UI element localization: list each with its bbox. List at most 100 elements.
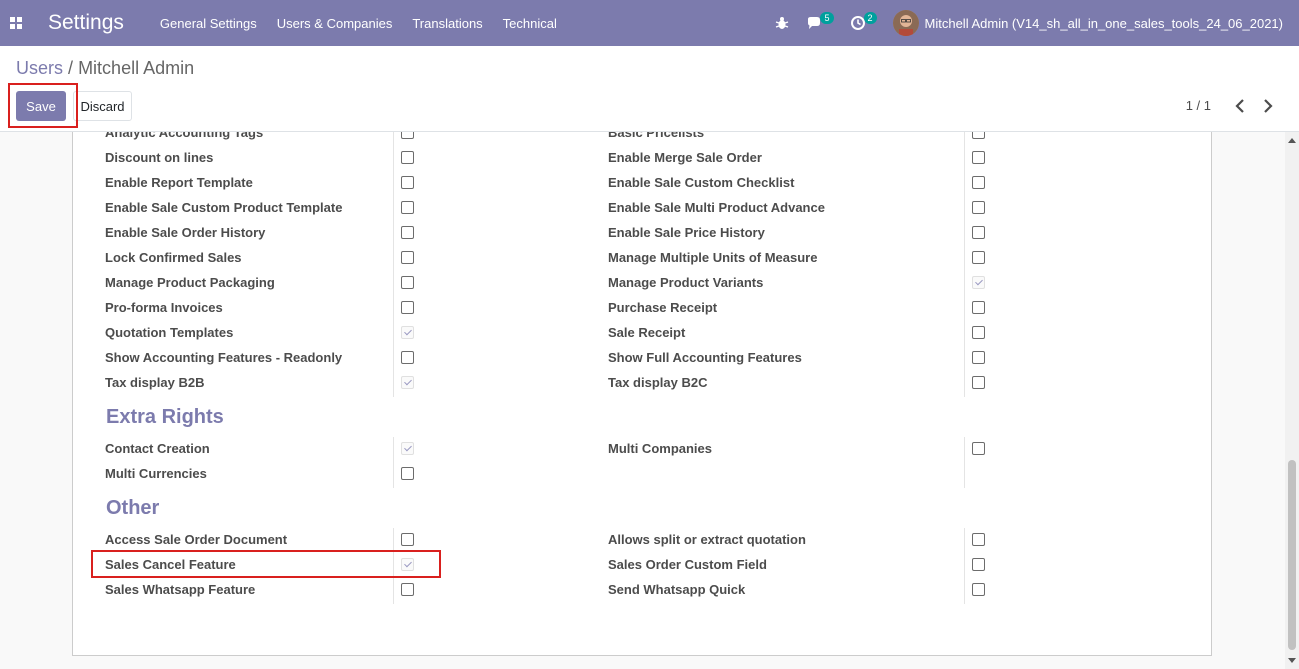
scrollbar-thumb[interactable] [1288,460,1296,650]
checkbox-enable-merge-sale-order[interactable] [972,151,985,164]
activity-menu[interactable]: 2 [850,12,877,31]
save-highlight-box [8,83,78,128]
avatar [892,10,919,36]
chevron-right-icon[interactable] [1261,98,1275,114]
checkbox-sale-receipt[interactable] [972,326,985,339]
debug-toggle[interactable] [774,15,790,31]
messages-count-badge: 5 [820,12,834,24]
checkbox-lock-confirmed-sales[interactable] [401,251,414,264]
checkbox-enable-report-template[interactable] [401,176,414,189]
right-label-show-accounting-features-readonly: Show Accounting Features - Readonly [105,350,343,365]
right-label-enable-sale-multi-product-advance: Enable Sale Multi Product Advance [608,200,825,215]
checkbox-analytic-accounting-tags[interactable] [401,132,414,139]
checkbox-tax-display-b2b[interactable] [401,376,414,389]
right-label-enable-sale-price-history: Enable Sale Price History [608,225,765,240]
column-divider [964,528,965,604]
top-navbar: Settings General Settings Users & Compan… [0,0,1299,46]
right-label-lock-confirmed-sales: Lock Confirmed Sales [105,250,242,265]
checkbox-multi-currencies[interactable] [401,467,414,480]
sales-cancel-highlight-box [91,550,441,578]
checkbox-contact-creation[interactable] [401,442,414,455]
menu-users-companies[interactable]: Users & Companies [267,16,403,31]
right-label-contact-creation: Contact Creation [105,441,210,456]
right-label-pro-forma-invoices: Pro-forma Invoices [105,300,223,315]
right-label-enable-sale-order-history: Enable Sale Order History [105,225,266,240]
right-label-sale-receipt: Sale Receipt [608,325,686,340]
app-title: Settings [48,11,124,34]
checkbox-manage-multiple-units-of-measure[interactable] [972,251,985,264]
checkbox-sales-whatsapp-feature[interactable] [401,583,414,596]
column-divider [964,437,965,488]
checkbox-allows-split-or-extract-quotation[interactable] [972,533,985,546]
right-label-sales-whatsapp-feature: Sales Whatsapp Feature [105,582,256,597]
right-label-analytic-accounting-tags: Analytic Accounting Tags [105,132,264,140]
checkbox-pro-forma-invoices[interactable] [401,301,414,314]
right-label-multi-currencies: Multi Currencies [105,466,207,481]
pager-value[interactable]: 1 / 1 [1186,98,1211,113]
right-label-basic-pricelists: Basic Pricelists [608,132,705,140]
checkbox-access-sale-order-document[interactable] [401,533,414,546]
discard-button[interactable]: Discard [73,91,132,121]
checkbox-show-full-accounting-features[interactable] [972,351,985,364]
checkbox-enable-sale-custom-checklist[interactable] [972,176,985,189]
right-label-tax-display-b2c: Tax display B2C [608,375,708,390]
breadcrumb: Users / Mitchell Admin [16,58,194,79]
checkbox-show-accounting-features-readonly[interactable] [401,351,414,364]
bug-icon [776,17,789,29]
right-label-enable-sale-custom-product-template: Enable Sale Custom Product Template [105,200,343,215]
right-label-tax-display-b2b: Tax display B2B [105,375,205,390]
right-label-manage-product-packaging: Manage Product Packaging [105,275,275,290]
right-label-multi-companies: Multi Companies [608,441,713,456]
scroll-down-arrow-icon[interactable] [1288,658,1296,663]
systray: 5 2 Mitchell Admin (V14_sh_all_in_one_sa… [774,0,1299,46]
scroll-up-arrow-icon[interactable] [1288,138,1296,143]
column-divider [964,132,965,397]
menu-general-settings[interactable]: General Settings [150,16,267,31]
right-label-enable-sale-custom-checklist: Enable Sale Custom Checklist [608,175,795,190]
right-label-sales-order-custom-field: Sales Order Custom Field [608,557,767,572]
checkbox-purchase-receipt[interactable] [972,301,985,314]
right-label-send-whatsapp-quick: Send Whatsapp Quick [608,582,746,597]
form-view: Analytic Accounting Tags Discount on line… [0,132,1285,669]
right-label-discount-on-lines: Discount on lines [105,150,214,165]
breadcrumb-separator: / [68,58,74,78]
breadcrumb-users[interactable]: Users [16,58,63,78]
checkbox-discount-on-lines[interactable] [401,151,414,164]
checkbox-enable-sale-order-history[interactable] [401,226,414,239]
right-label-enable-report-template: Enable Report Template [105,175,253,190]
messaging-menu[interactable]: 5 [806,12,834,31]
checkbox-tax-display-b2c[interactable] [972,376,985,389]
checkbox-enable-sale-price-history[interactable] [972,226,985,239]
user-name: Mitchell Admin (V14_sh_all_in_one_sales_… [924,15,1283,31]
checkbox-send-whatsapp-quick[interactable] [972,583,985,596]
right-label-enable-merge-sale-order: Enable Merge Sale Order [608,150,762,165]
checkbox-manage-product-variants[interactable] [972,276,985,289]
control-panel: Users / Mitchell Admin Save Discard 1 / … [0,46,1299,132]
checkbox-quotation-templates[interactable] [401,326,414,339]
right-label-allows-split-or-extract-quotation: Allows split or extract quotation [608,532,806,547]
column-divider [393,437,394,488]
checkbox-enable-sale-custom-product-template[interactable] [401,201,414,214]
right-label-show-full-accounting-features: Show Full Accounting Features [608,350,802,365]
menu-translations[interactable]: Translations [402,16,492,31]
right-label-manage-multiple-units-of-measure: Manage Multiple Units of Measure [608,250,818,265]
checkbox-basic-pricelists[interactable] [972,132,985,139]
right-label-access-sale-order-document: Access Sale Order Document [105,532,288,547]
apps-menu-icon[interactable] [0,0,32,46]
checkbox-sales-order-custom-field[interactable] [972,558,985,571]
checkbox-multi-companies[interactable] [972,442,985,455]
breadcrumb-current: Mitchell Admin [78,58,195,78]
right-label-quotation-templates: Quotation Templates [105,325,234,340]
user-menu[interactable]: Mitchell Admin (V14_sh_all_in_one_sales_… [892,10,1299,36]
section-title-other: Other [106,497,160,519]
main-menu: General Settings Users & Companies Trans… [150,16,567,31]
right-label-manage-product-variants: Manage Product Variants [608,275,764,290]
chevron-left-icon[interactable] [1233,98,1247,114]
column-divider [393,132,394,397]
checkbox-enable-sale-multi-product-advance[interactable] [972,201,985,214]
checkbox-manage-product-packaging[interactable] [401,276,414,289]
right-label-purchase-receipt: Purchase Receipt [608,300,718,315]
menu-technical[interactable]: Technical [493,16,567,31]
section-title-extra-rights: Extra Rights [106,406,224,428]
activities-count-badge: 2 [863,12,877,24]
